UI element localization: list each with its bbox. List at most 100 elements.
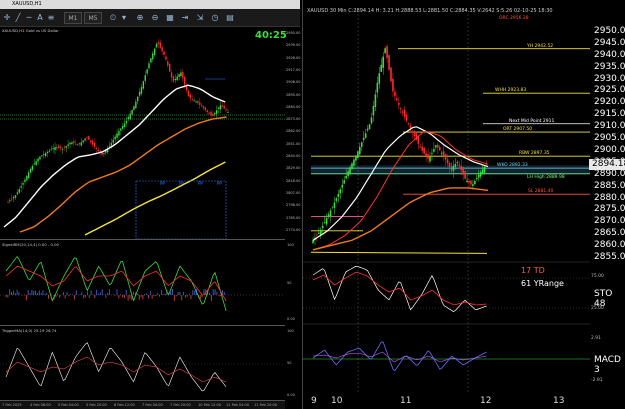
text-tool-icon[interactable]: A (35, 12, 45, 24)
candle-body (345, 175, 347, 179)
time-axis-label: 11 Feb 04:00 (226, 403, 249, 407)
candle-body (137, 96, 139, 102)
candle-body (167, 61, 169, 66)
ma-white-line (312, 126, 489, 241)
candle-body (223, 106, 225, 109)
candle-body (429, 156, 431, 162)
candle-body (182, 71, 184, 79)
chart-shift-icon[interactable]: ⇥ (180, 12, 190, 24)
price-axis-label: 2796.00 (286, 203, 301, 208)
candle-body (159, 42, 161, 48)
hline-tool-icon[interactable]: ─ (24, 12, 34, 24)
candle-body (129, 113, 131, 120)
periods-icon[interactable]: ◷ (210, 12, 220, 24)
template-icon[interactable]: ▤ (225, 12, 235, 24)
candle-body (165, 56, 167, 60)
candle-body (316, 234, 318, 236)
td-label: 17 TD (521, 266, 545, 275)
price-axis-label: 2945.00 (594, 37, 625, 48)
candle-body (476, 177, 478, 180)
time-axis: 7 Feb 2025 4 Feb 08:00 5 Feb 04:00 5 Feb 20… (0, 401, 285, 409)
candle-body (46, 151, 49, 154)
zoom-in-icon[interactable]: ⊕ (135, 12, 145, 24)
candle-body (61, 148, 64, 150)
osc-signal-line (5, 356, 227, 383)
main-price-pane[interactable]: XAUUSD,H1 Gold vs US Dollar PP PP PP PP (0, 27, 285, 240)
candle-body (121, 126, 124, 129)
candle-body (405, 114, 408, 121)
ma-red-line (312, 130, 489, 251)
line-tool-icon[interactable]: ╱ (13, 12, 23, 24)
candle-body (466, 180, 468, 183)
candle-body (382, 56, 384, 68)
fibo-tool-icon[interactable]: ≡ (46, 12, 56, 24)
last-price-badge: 2894.18 (589, 159, 625, 170)
price-axis-label: 2890.00 (594, 168, 625, 179)
candle-body (163, 51, 165, 55)
stoch-axis: 100 50 0.00 (285, 241, 300, 326)
candle-body (355, 155, 357, 161)
candle-body (349, 167, 351, 174)
candle-body (161, 47, 163, 52)
candle-body (323, 221, 326, 223)
mt4-chart-window[interactable]: XAUUSD,H1 ✛ ╱ ─ A ≡ M1 M5 ⏲ ▾ ⊕ ⊖ ▦ ⇥ ⇲ … (0, 0, 300, 409)
candle-body (370, 117, 373, 124)
candle-body (204, 107, 207, 111)
candle-body (423, 147, 425, 154)
time-axis: 9 10 11 12 13 (303, 394, 625, 409)
candle-body (368, 124, 371, 129)
time-axis-label: 4 Feb 08:00 (30, 403, 51, 407)
price-chart-canvas: PP PP PP PP (0, 38, 285, 239)
tf-m1-button[interactable]: M1 (64, 12, 82, 24)
level-annotation: WHH 2923.83 (495, 88, 527, 94)
candle-body (44, 153, 47, 157)
candle-body (364, 133, 367, 138)
oscillator-pane[interactable]: TriggerMA(14,0) 25.19 26.74 (0, 327, 285, 401)
candle-body (69, 142, 71, 145)
stochastic-canvas (0, 255, 285, 312)
tf-m5-button[interactable]: M5 (84, 12, 102, 24)
grid-icon[interactable]: ▦ (165, 12, 175, 24)
stochastic-pane[interactable]: SignalRM(20,14,4) 0.00 - 0.00 (0, 241, 285, 326)
price-axis-label: 2917.00 (286, 67, 301, 72)
clock-icon[interactable]: ⏲ (108, 12, 118, 24)
candle-body (52, 148, 54, 150)
candle-body (325, 218, 328, 225)
chevron-down-icon[interactable]: ▾ (119, 12, 129, 24)
candle-body (347, 171, 349, 177)
candle-body (341, 184, 344, 188)
candle-body (458, 164, 461, 166)
candle-body (127, 117, 130, 120)
candle-body (116, 133, 118, 138)
stoch-axis-mid: 50 (287, 281, 292, 285)
candle-body (454, 164, 457, 167)
candle-body (191, 99, 193, 100)
candle-body (86, 137, 88, 139)
candle-body (413, 133, 416, 136)
candle-body (33, 163, 36, 165)
candle-body (120, 128, 122, 131)
candle-body (118, 130, 120, 136)
time-axis-label: 7 Feb 04:00 (142, 403, 163, 407)
time-axis-label: 6 Feb 12:00 (114, 403, 135, 407)
price-axis-label: 2870.00 (594, 216, 625, 227)
candle-body (76, 144, 79, 146)
level-annotation: ORT 2907.50 (503, 127, 533, 133)
candle-body (212, 113, 214, 116)
candle-body (189, 94, 192, 99)
crosshair-icon[interactable]: ✛ (2, 12, 12, 24)
autoscroll-icon[interactable]: ⇲ (195, 12, 205, 24)
time-axis-label: 5 Feb 04:00 (58, 403, 79, 407)
osc-axis: 100 50 0.00 (285, 327, 300, 401)
candle-body (7, 201, 9, 203)
osc-axis-bottom: 0.00 (287, 393, 295, 397)
tradingview-chart-window[interactable]: XAUUSD 30 Min C:2894.14 H: 3.21 H:2888.5… (302, 0, 625, 409)
candle-body (197, 100, 199, 104)
candle-body (157, 42, 160, 45)
candle-body (477, 174, 480, 178)
candle-body (335, 198, 338, 201)
zoom-out-icon[interactable]: ⊖ (150, 12, 160, 24)
candle-body (95, 148, 98, 149)
stoch-axis-bottom: 0.00 (287, 317, 295, 321)
candle-body (479, 171, 482, 177)
